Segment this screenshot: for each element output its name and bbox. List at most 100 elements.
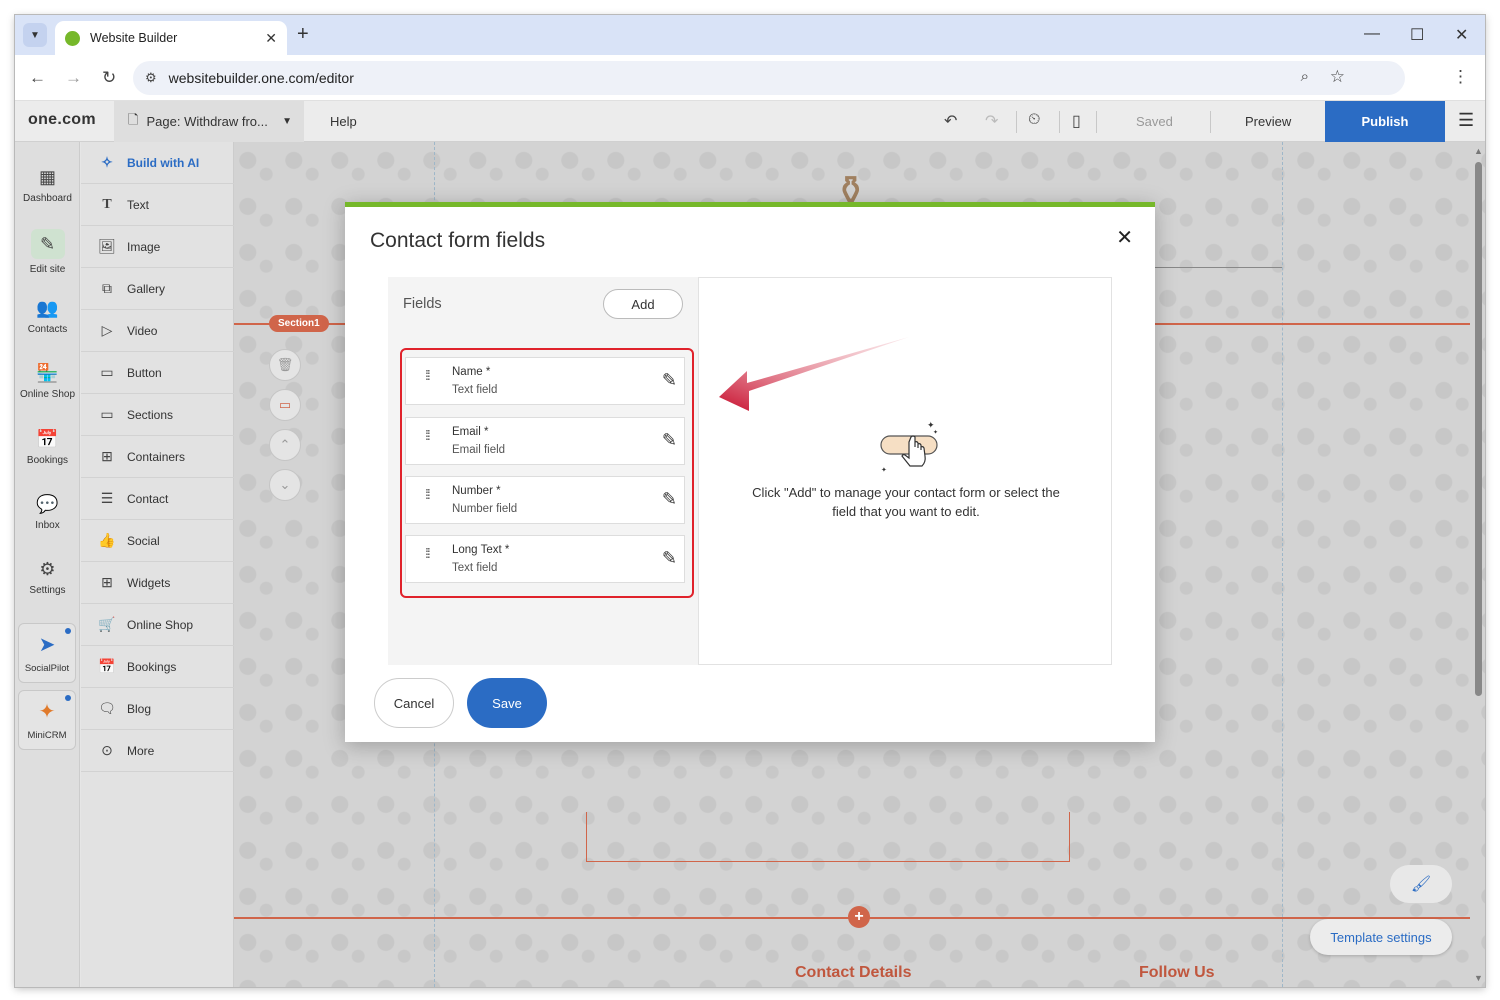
socialpilot-icon: ➤ — [38, 634, 56, 656]
panel-item-video[interactable]: ▷ Video — [81, 310, 234, 352]
drag-handle-icon[interactable]: ⁞⁞ — [425, 546, 431, 560]
selected-form-box[interactable] — [586, 812, 1070, 862]
bookings-icon: 📅 — [98, 658, 116, 674]
page-selector[interactable]: 🗋 Page: Withdraw fro... ▼ — [114, 101, 304, 142]
cancel-button[interactable]: Cancel — [374, 678, 454, 728]
edit-pencil-icon[interactable]: ✎ — [662, 430, 677, 451]
scroll-down-icon[interactable]: ▼ — [1474, 973, 1483, 983]
section-background-icon[interactable]: ▭ — [269, 389, 301, 421]
shop-icon: 🏪 — [36, 363, 59, 383]
close-window-icon[interactable]: ✕ — [1455, 25, 1468, 45]
reload-icon[interactable]: ↻ — [102, 68, 116, 88]
panel-item-bookings[interactable]: 📅 Bookings — [81, 646, 234, 688]
panel-item-more[interactable]: ⊙ More — [81, 730, 234, 772]
button-icon: ▭ — [100, 364, 114, 380]
maximize-icon[interactable]: ☐ — [1410, 25, 1424, 45]
canvas-scrollbar[interactable]: ▲ ▼ — [1472, 146, 1484, 983]
nav-bookings[interactable]: 📅 Bookings — [15, 429, 80, 466]
scroll-up-icon[interactable]: ▲ — [1474, 146, 1483, 156]
design-brush-button[interactable]: 🖌 — [1390, 865, 1452, 903]
forward-icon[interactable]: → — [65, 68, 82, 88]
settings-icon: ⚙ — [39, 559, 56, 579]
panel-item-widgets[interactable]: ⊞ Widgets — [81, 562, 234, 604]
site-info-icon[interactable]: ⚙ — [145, 70, 157, 86]
panel-item-containers[interactable]: ⊞ Containers — [81, 436, 234, 478]
close-tab-icon[interactable]: ✕ — [265, 30, 277, 47]
contact-icon: ☰ — [100, 490, 114, 506]
scrollbar-thumb[interactable] — [1475, 162, 1482, 696]
new-tab-button[interactable]: + — [297, 24, 309, 44]
field-label: Long Text * — [452, 544, 510, 556]
drag-handle-icon[interactable]: ⁞⁞ — [425, 428, 431, 442]
field-type: Number field — [452, 503, 518, 515]
browser-menu-icon[interactable]: ⋮ — [1452, 67, 1469, 87]
nav-settings[interactable]: ⚙ Settings — [15, 559, 80, 596]
nav-dashboard[interactable]: ▦ Dashboard — [15, 167, 80, 204]
contact-form-fields-dialog: Contact form fields ✕ Fields Add ⁞⁞ Name… — [345, 202, 1155, 742]
panel-item-button[interactable]: ▭ Button — [81, 352, 234, 394]
more-icon: ⊙ — [101, 742, 113, 758]
bookmark-star-icon[interactable]: ☆ — [1330, 67, 1345, 87]
back-icon[interactable]: ← — [29, 68, 46, 88]
tab-search-button[interactable]: ▼ — [23, 23, 47, 47]
nav-inbox[interactable]: 💬 Inbox — [15, 494, 80, 531]
panel-item-build-with-ai[interactable]: ✧ Build with AI — [81, 142, 234, 184]
mobile-view-icon[interactable]: ▯ — [1072, 111, 1081, 131]
plugin-minicrm[interactable]: ✦ MiniCRM — [18, 690, 76, 750]
move-down-icon[interactable]: ⌄ — [269, 469, 301, 501]
panel-item-social[interactable]: 👍 Social — [81, 520, 234, 562]
nav-edit-site[interactable]: ✎ Edit site — [15, 229, 80, 275]
delete-section-icon[interactable]: 🗑 — [269, 349, 301, 381]
hamburger-menu-icon[interactable]: ☰ — [1458, 110, 1474, 131]
edit-site-icon: ✎ — [30, 229, 65, 259]
plugin-socialpilot[interactable]: ➤ SocialPilot — [18, 623, 76, 683]
panel-item-contact[interactable]: ☰ Contact — [81, 478, 234, 520]
panel-item-image[interactable]: 🖼 Image — [81, 226, 234, 268]
redo-icon[interactable]: ↷ — [985, 111, 998, 131]
close-icon[interactable]: ✕ — [1116, 225, 1133, 250]
blog-icon: 🗨 — [98, 700, 116, 716]
section-tag[interactable]: Section1 — [269, 315, 329, 332]
edit-pencil-icon[interactable]: ✎ — [662, 548, 677, 569]
template-settings-button[interactable]: Template settings — [1310, 919, 1452, 955]
panel-item-blog[interactable]: 🗨 Blog — [81, 688, 234, 730]
preview-button[interactable]: Preview — [1245, 114, 1291, 129]
browser-tab[interactable]: Website Builder ✕ — [55, 21, 287, 55]
panel-item-online-shop[interactable]: 🛒 Online Shop — [81, 604, 234, 646]
field-item-email[interactable]: ⁞⁞ Email * Email field ✎ — [405, 417, 685, 465]
zoom-icon[interactable]: ⌕ — [1301, 68, 1309, 85]
minimize-icon[interactable]: — — [1364, 25, 1380, 43]
address-bar[interactable]: ⚙ websitebuilder.one.com/editor ⌕ ☆ — [133, 61, 1405, 95]
page-name: Withdraw fro... — [184, 114, 268, 129]
edit-pencil-icon[interactable]: ✎ — [662, 489, 677, 510]
fields-panel: Fields Add ⁞⁞ Name * Text field ✎ ⁞⁞ Ema… — [388, 277, 698, 665]
move-up-icon[interactable]: ⌃ — [269, 429, 301, 461]
divider — [1016, 111, 1017, 133]
field-item-name[interactable]: ⁞⁞ Name * Text field ✎ — [405, 357, 685, 405]
add-field-button[interactable]: Add — [603, 289, 683, 319]
divider — [1059, 111, 1060, 133]
add-section-icon[interactable]: + — [848, 906, 870, 928]
nav-contacts[interactable]: 👥 Contacts — [15, 298, 80, 335]
panel-item-text[interactable]: T Text — [81, 184, 234, 226]
browser-window: ▼ Website Builder ✕ + — ☐ ✕ ← → ↻ ⚙ webs… — [15, 15, 1485, 987]
panel-item-gallery[interactable]: ⧉ Gallery — [81, 268, 234, 310]
hint-text: Click "Add" to manage your contact form … — [752, 485, 1060, 519]
undo-icon[interactable]: ↶ — [944, 111, 957, 131]
bookings-icon: 📅 — [36, 429, 59, 449]
help-link[interactable]: Help — [330, 114, 357, 129]
history-icon[interactable]: ⏲ — [1028, 111, 1040, 129]
nav-online-shop[interactable]: 🏪 Online Shop — [15, 363, 80, 400]
save-button[interactable]: Save — [467, 678, 547, 728]
field-item-long-text[interactable]: ⁞⁞ Long Text * Text field ✎ — [405, 535, 685, 583]
publish-button[interactable]: Publish — [1325, 101, 1445, 142]
containers-icon: ⊞ — [101, 448, 113, 464]
panel-item-sections[interactable]: ▭ Sections — [81, 394, 234, 436]
browser-toolbar: ← → ↻ ⚙ websitebuilder.one.com/editor ⌕ … — [15, 55, 1485, 101]
drag-handle-icon[interactable]: ⁞⁞ — [425, 368, 431, 382]
social-icon: 👍 — [98, 532, 116, 548]
field-item-number[interactable]: ⁞⁞ Number * Number field ✎ — [405, 476, 685, 524]
edit-pencil-icon[interactable]: ✎ — [662, 370, 677, 391]
divider — [1096, 111, 1097, 133]
drag-handle-icon[interactable]: ⁞⁞ — [425, 487, 431, 501]
